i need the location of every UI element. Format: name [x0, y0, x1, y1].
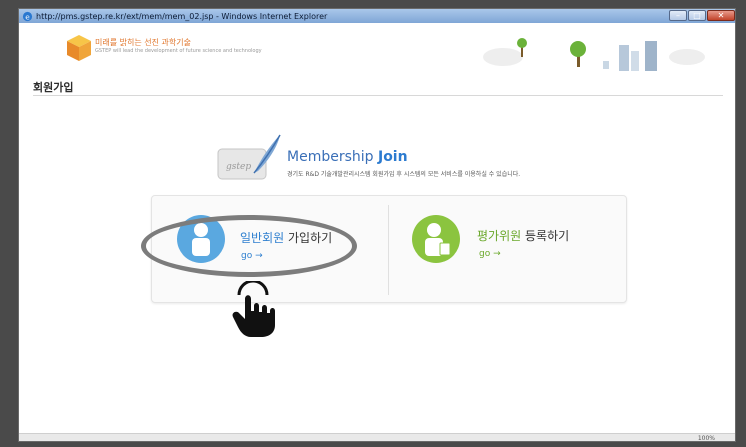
divider	[33, 95, 723, 96]
window-controls: – □ ✕	[669, 10, 735, 21]
pointer-hand-icon	[232, 281, 275, 337]
membership-title-part1: Membership	[287, 149, 374, 165]
membership-title-part2: Join	[377, 149, 408, 165]
evaluator-go-link[interactable]: go →	[479, 249, 501, 259]
minimize-icon: –	[676, 10, 680, 20]
membership-card-text: gstep	[226, 162, 251, 172]
maximize-button[interactable]: □	[688, 10, 706, 21]
membership-join-title: Membership Join	[287, 149, 408, 165]
cityscape-decoration-icon	[483, 38, 705, 71]
evaluator-label-rest: 등록하기	[525, 229, 570, 243]
zoom-level[interactable]: 100%	[698, 435, 715, 441]
logo-subtitle: GSTEP will lead the development of futur…	[95, 48, 262, 54]
evaluator-icon	[425, 223, 451, 256]
close-button[interactable]: ✕	[707, 10, 735, 21]
ie-icon: e	[22, 11, 33, 21]
gstep-logo-icon[interactable]	[63, 29, 95, 69]
membership-description: 경기도 R&D 기술개발관리시스템 회원가입 후 시스템의 모든 서비스를 이용…	[287, 171, 521, 178]
status-bar: 100%	[19, 433, 735, 441]
evaluator-label-highlight: 평가위원	[477, 229, 522, 243]
title-bar: e http://pms.gstep.re.kr/ext/mem/mem_02.…	[19, 9, 735, 23]
browser-window: e http://pms.gstep.re.kr/ext/mem/mem_02.…	[18, 8, 736, 442]
maximize-icon: □	[693, 10, 701, 20]
highlight-ellipse	[141, 215, 357, 277]
close-icon: ✕	[717, 10, 725, 20]
evaluator-register-link[interactable]: 평가위원 등록하기	[477, 227, 569, 244]
site-header: 미래를 밝히는 선진 과학기술 GSTEP will lead the deve…	[19, 23, 735, 79]
window-title: http://pms.gstep.re.kr/ext/mem/mem_02.js…	[36, 11, 328, 21]
logo-slogan: 미래를 밝히는 선진 과학기술	[95, 38, 191, 47]
minimize-button[interactable]: –	[669, 10, 687, 21]
options-divider	[388, 205, 389, 295]
membership-card-icon: gstep	[217, 134, 281, 180]
svg-text:e: e	[25, 12, 30, 21]
page-title: 회원가입	[33, 81, 74, 94]
evaluator-option[interactable]	[412, 215, 460, 263]
